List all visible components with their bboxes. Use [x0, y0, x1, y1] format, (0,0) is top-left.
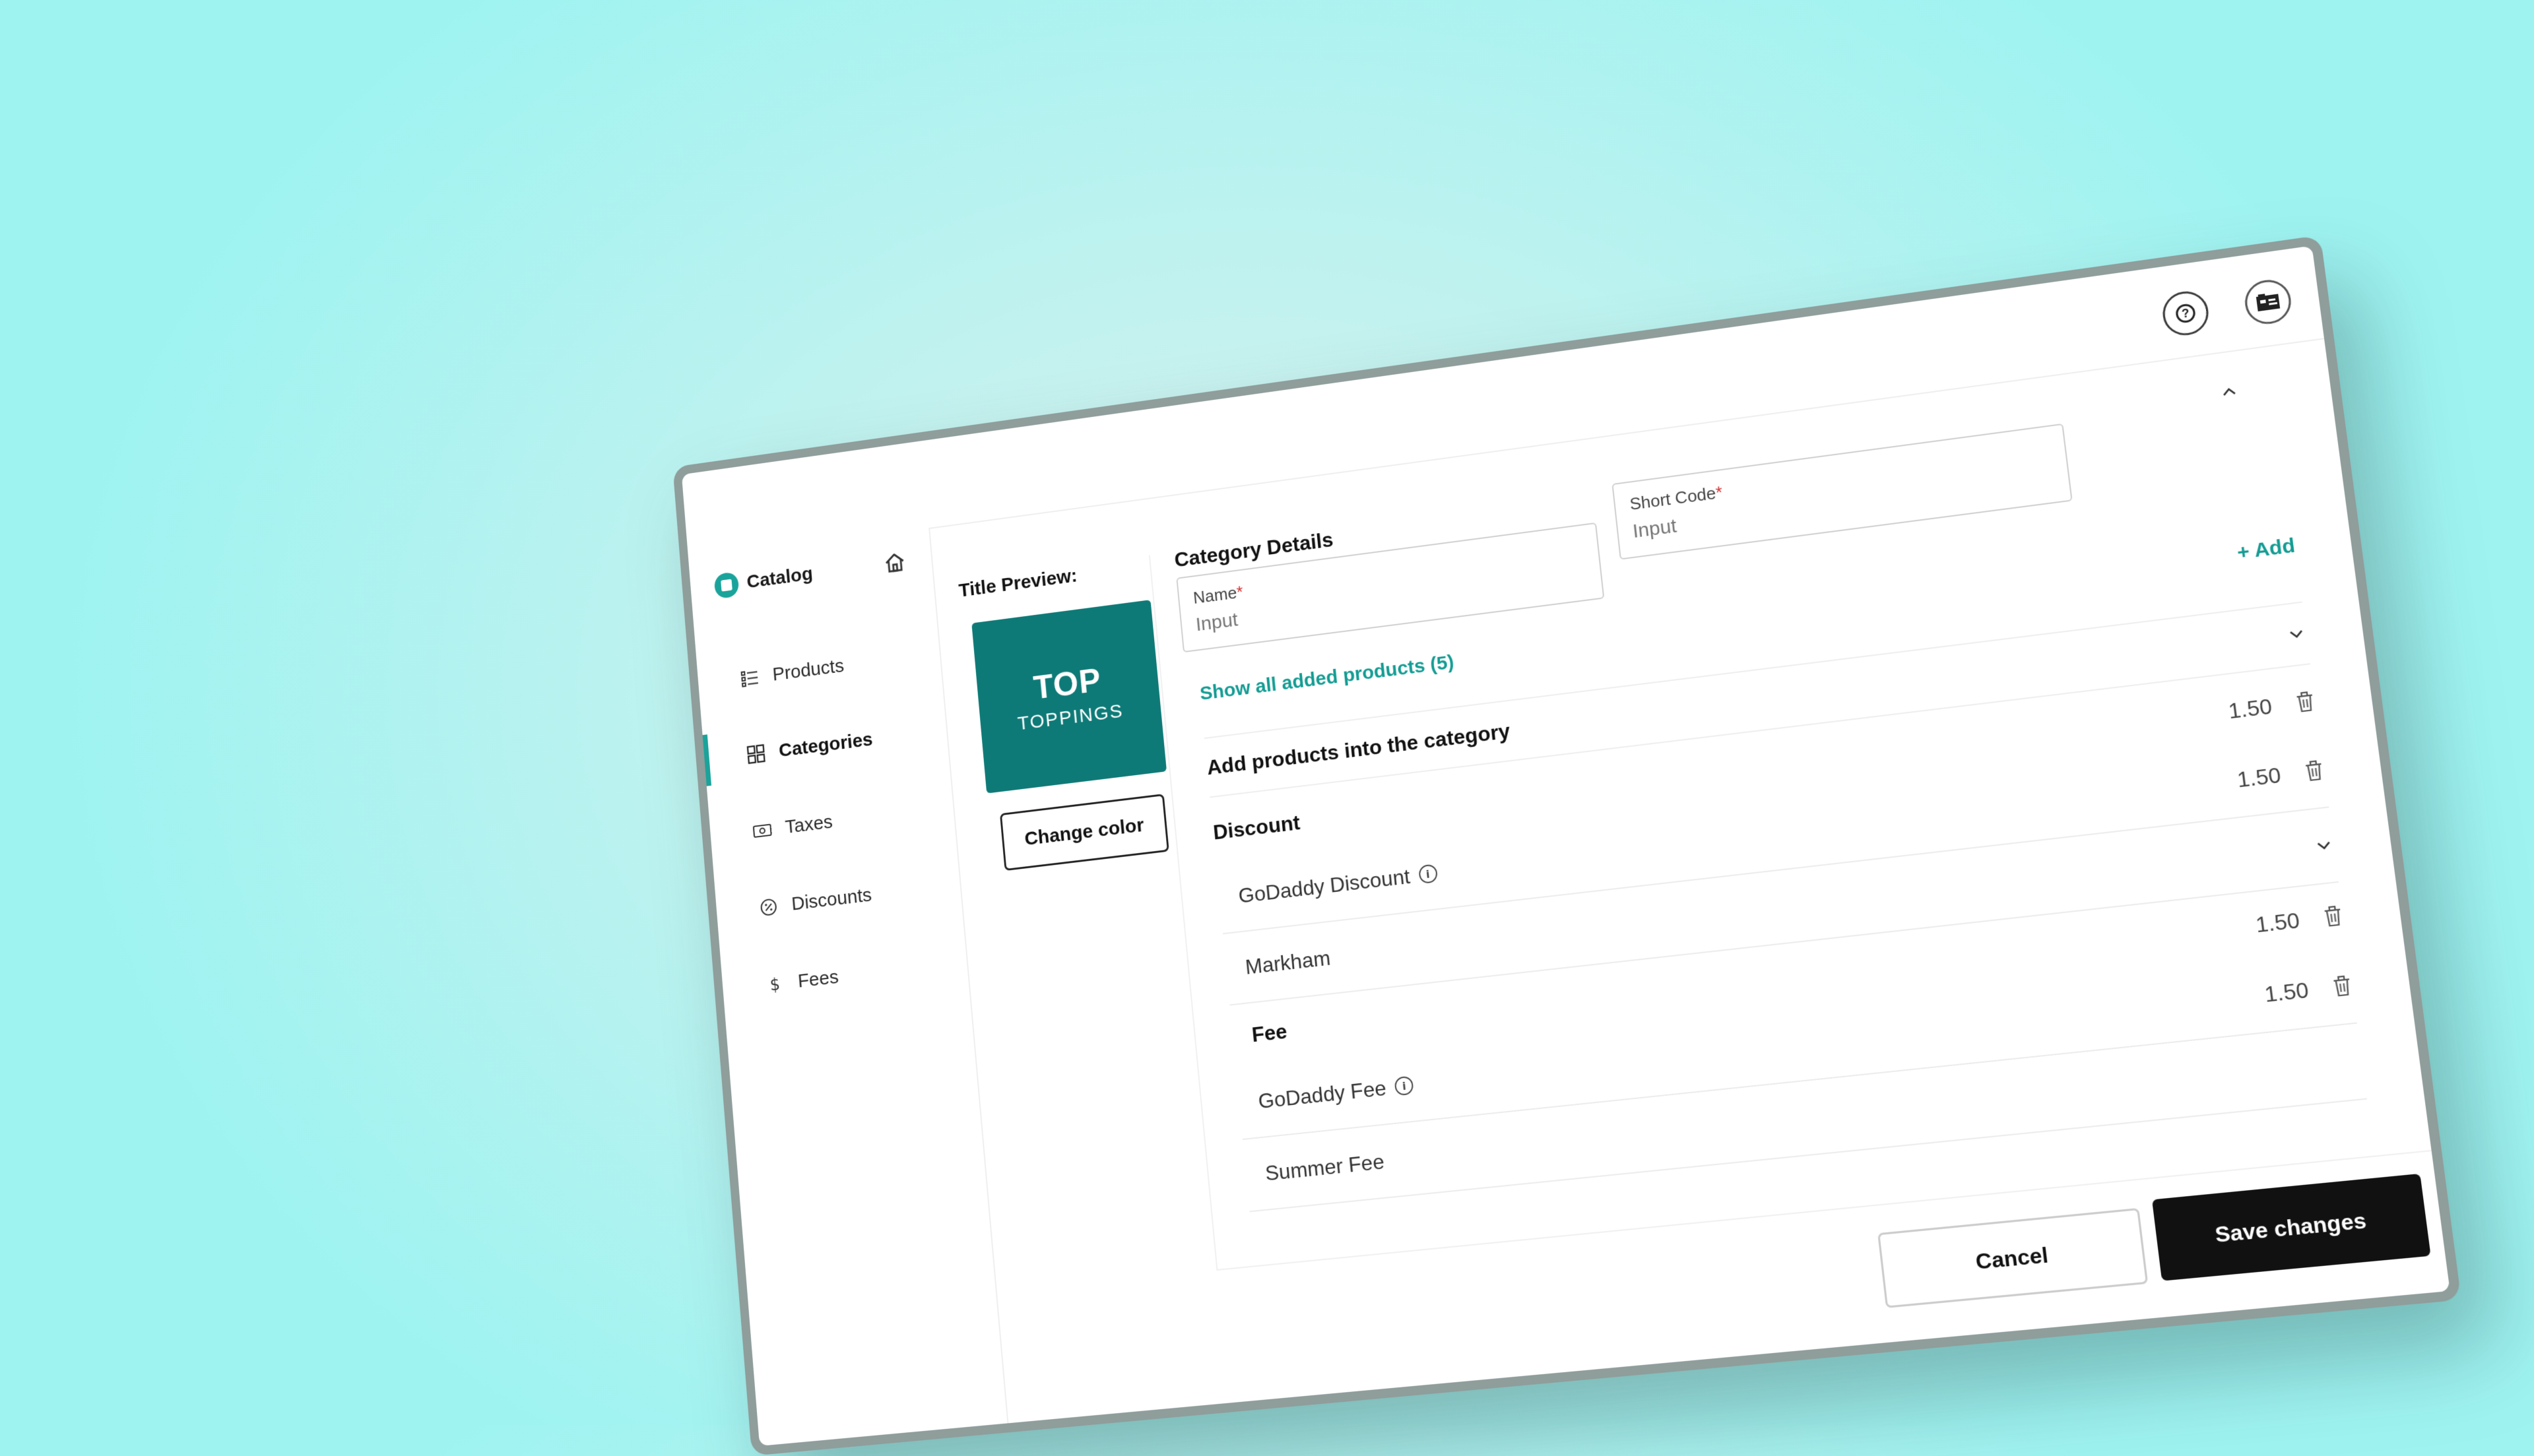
- sidebar-nav: Products Categories Taxes Discounts $ Fe…: [696, 616, 970, 1029]
- item-value: 1.50: [2263, 977, 2310, 1007]
- info-icon[interactable]: i: [1394, 1075, 1414, 1096]
- brand[interactable]: Catalog: [713, 561, 814, 600]
- brand-title: Catalog: [746, 563, 814, 593]
- trash-icon[interactable]: [2331, 974, 2353, 998]
- list-icon: [740, 667, 761, 689]
- sidebar-item-label: Taxes: [784, 811, 834, 838]
- save-changes-button[interactable]: Save changes: [2151, 1173, 2431, 1281]
- store-account-button[interactable]: [2242, 277, 2294, 327]
- chevron-up-icon[interactable]: [2217, 381, 2240, 403]
- category-details-panel: Category Details Name* Short Code* Show …: [1173, 400, 2382, 1268]
- chevron-down-icon[interactable]: [2313, 835, 2335, 856]
- item-name: Markham: [1244, 945, 1332, 979]
- trash-icon[interactable]: [2322, 904, 2345, 928]
- trash-icon[interactable]: [2294, 690, 2316, 714]
- cancel-button[interactable]: Cancel: [1877, 1207, 2149, 1308]
- change-color-button[interactable]: Change color: [999, 794, 1169, 871]
- item-value: 1.50: [2235, 762, 2283, 792]
- item-name: GoDaddy Fee: [1257, 1075, 1388, 1113]
- svg-text:$: $: [769, 974, 781, 995]
- dollar-icon: $: [769, 974, 781, 995]
- store-icon: [2256, 294, 2281, 312]
- category-tile-preview: TOP TOPPINGS: [971, 600, 1167, 794]
- item-name: GoDaddy Discount: [1237, 864, 1412, 908]
- catalog-logo-icon: [713, 571, 740, 600]
- sidebar-item-label: Products: [771, 655, 845, 685]
- discount-icon: [758, 896, 779, 918]
- help-icon: ?: [2174, 303, 2197, 324]
- sidebar-item-label: Categories: [778, 728, 874, 761]
- group-label: Discount: [1212, 810, 1301, 844]
- sidebar-item-label: Fees: [796, 966, 839, 992]
- item-value: 1.50: [2226, 693, 2273, 723]
- sidebar-item-label: Discounts: [791, 884, 873, 915]
- grid-icon: [746, 743, 767, 765]
- app-screen: ? Catalog Products Categories Taxes Disc…: [681, 245, 2450, 1446]
- tile-sub-text: TOPPINGS: [1016, 700, 1124, 735]
- title-preview-heading: Title Preview:: [958, 565, 1078, 602]
- chevron-down-icon[interactable]: [2285, 623, 2307, 645]
- tile-main-text: TOP: [1031, 661, 1103, 707]
- help-button[interactable]: ?: [2160, 288, 2211, 338]
- item-value: 1.50: [2254, 907, 2301, 937]
- show-all-products-link[interactable]: Show all added products (5): [1199, 651, 1455, 705]
- home-icon[interactable]: [882, 549, 908, 577]
- short-code-field[interactable]: Short Code*: [1611, 423, 2073, 560]
- background: ? Catalog Products Categories Taxes Disc…: [0, 0, 2534, 1456]
- tablet-device: ? Catalog Products Categories Taxes Disc…: [672, 235, 2461, 1456]
- add-product-link[interactable]: + Add: [2236, 534, 2296, 564]
- cash-icon: [752, 819, 773, 842]
- trash-icon[interactable]: [2303, 759, 2325, 782]
- info-icon[interactable]: i: [1417, 864, 1438, 885]
- item-name: Summer Fee: [1264, 1149, 1386, 1186]
- group-label: Fee: [1251, 1019, 1288, 1046]
